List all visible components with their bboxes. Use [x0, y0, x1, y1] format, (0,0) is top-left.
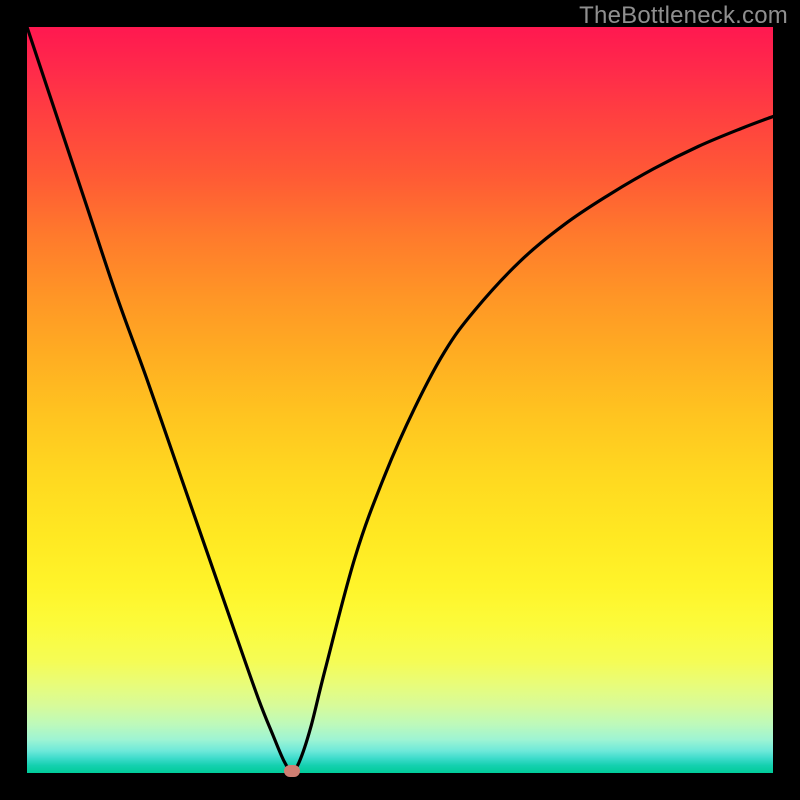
- watermark-text: TheBottleneck.com: [579, 2, 788, 30]
- chart-frame: { "watermark": "TheBottleneck.com", "col…: [0, 0, 800, 800]
- bottleneck-curve: [27, 27, 773, 771]
- curve-svg: [27, 27, 773, 773]
- plot-area: [27, 27, 773, 773]
- minimum-marker: [284, 765, 300, 777]
